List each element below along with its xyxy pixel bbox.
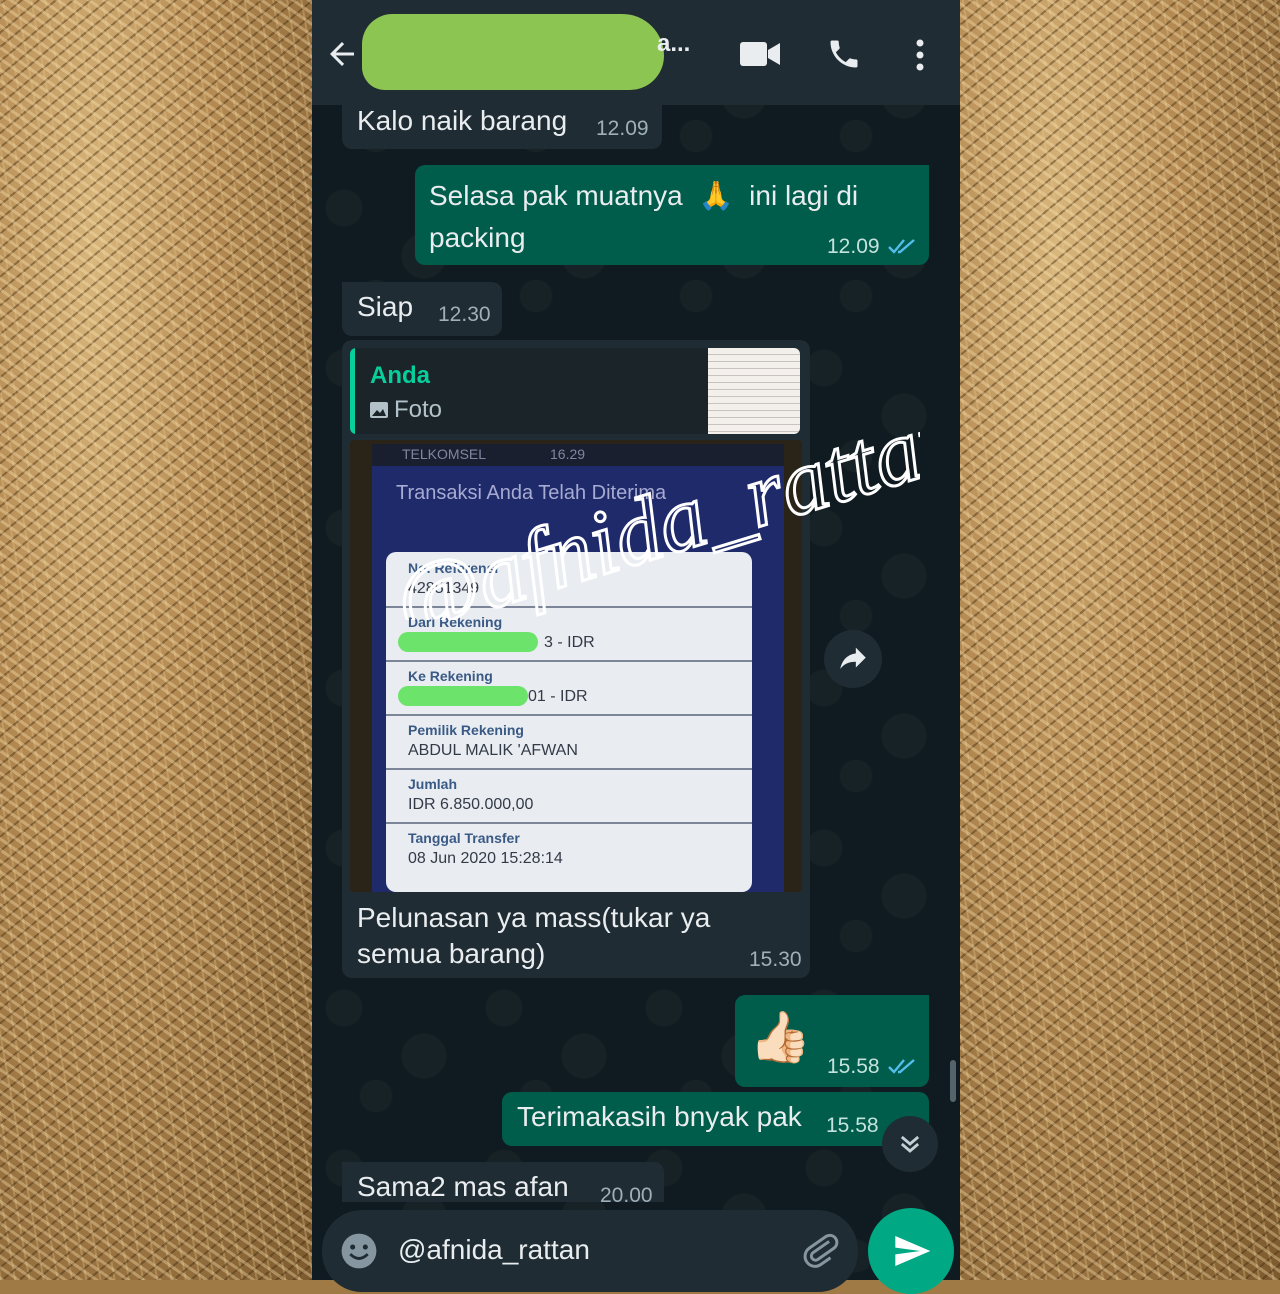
message-bubble[interactable]: Siap 12.30 <box>342 282 502 336</box>
redaction-mark <box>362 14 664 90</box>
receipt-field-value: 08 Jun 2020 15:28:14 <box>408 850 563 867</box>
receipt-field: Pemilik Rekening ABDUL MALIK 'AFWAN <box>386 714 752 770</box>
photo-caption: semua barang) <box>357 938 546 969</box>
contact-name[interactable]: a... <box>657 30 690 58</box>
forward-button[interactable] <box>824 630 882 688</box>
message-text-part: Selasa pak muatnya <box>429 180 683 211</box>
receipt-field-label: Ke Rekening <box>408 668 493 684</box>
message-text-part: ini lagi di <box>749 180 859 211</box>
receipt-field: Jumlah IDR 6.850.000,00 <box>386 768 752 824</box>
thumbs-up-emoji: 👍🏻 <box>749 1009 812 1065</box>
message-text: Terimakasih bnyak pak <box>517 1101 802 1132</box>
receipt-field: Tanggal Transfer 08 Jun 2020 15:28:14 <box>386 822 752 876</box>
message-text: Siap <box>357 291 414 322</box>
composer-input[interactable]: @afnida_rattan <box>398 1234 590 1266</box>
redaction-mark <box>398 686 528 706</box>
message-text: Selasa pak muatnya 🙏 ini lagi di <box>429 175 858 217</box>
quote-accent-bar <box>350 348 355 434</box>
read-ticks-icon <box>888 1059 915 1074</box>
message-bubble[interactable]: Terimakasih bnyak pak 15.58 <box>502 1092 929 1146</box>
message-time: 12.09 <box>827 235 880 258</box>
send-button[interactable] <box>868 1208 954 1294</box>
message-text: Kalo naik barang <box>357 105 568 136</box>
message-bubble[interactable]: 👍🏻 15.58 <box>735 995 929 1087</box>
more-vert-icon[interactable] <box>912 38 928 72</box>
chat-header: a... <box>312 0 960 105</box>
receipt-field-label: Pemilik Rekening <box>408 722 524 738</box>
scroll-down-button[interactable] <box>882 1116 938 1172</box>
folded-hands-emoji: 🙏 <box>698 180 734 211</box>
read-ticks-icon <box>888 239 915 254</box>
message-time: 15.30 <box>749 948 802 971</box>
message-time: 12.09 <box>596 117 649 140</box>
receipt-field: Ke Rekening 01 - IDR <box>386 660 752 716</box>
receipt-field-value: 01 - IDR <box>528 688 588 705</box>
scrollbar-thumb[interactable] <box>950 1060 956 1102</box>
jute-texture-right <box>960 0 1280 1280</box>
watermark-signature: @afnida_rattan <box>381 382 920 620</box>
message-time: 12.30 <box>438 303 491 326</box>
back-arrow-icon[interactable] <box>324 36 360 72</box>
redaction-mark <box>398 632 538 652</box>
receipt-field-label: Tanggal Transfer <box>408 830 520 846</box>
message-time: 15.58 <box>826 1114 879 1137</box>
receipt-field-value: IDR 6.850.000,00 <box>408 796 534 813</box>
attach-icon[interactable] <box>800 1230 840 1270</box>
receipt-field-value: ABDUL MALIK 'AFWAN <box>408 742 578 759</box>
jute-texture-left <box>0 0 312 1280</box>
scroll-down-icon <box>900 1135 920 1153</box>
message-bubble[interactable]: Selasa pak muatnya 🙏 ini lagi di packing… <box>415 165 929 265</box>
emoji-icon[interactable] <box>340 1232 378 1270</box>
message-text-line: packing <box>429 222 526 253</box>
message-time: 20.00 <box>600 1184 653 1207</box>
receipt-field-label: Jumlah <box>408 776 458 792</box>
send-icon <box>895 1236 931 1266</box>
video-call-icon[interactable] <box>740 40 780 68</box>
message-time: 15.58 <box>827 1055 880 1078</box>
message-text: Sama2 mas afan <box>357 1171 569 1202</box>
receipt-field-value: 3 - IDR <box>544 634 595 651</box>
phone-call-icon[interactable] <box>826 36 862 72</box>
forward-icon <box>840 647 866 669</box>
photo-caption: Pelunasan ya mass(tukar ya <box>357 902 711 933</box>
message-bubble[interactable]: Sama2 mas afan 20.00 <box>342 1162 664 1207</box>
watermark-text: @afnida_rattan <box>382 384 920 620</box>
